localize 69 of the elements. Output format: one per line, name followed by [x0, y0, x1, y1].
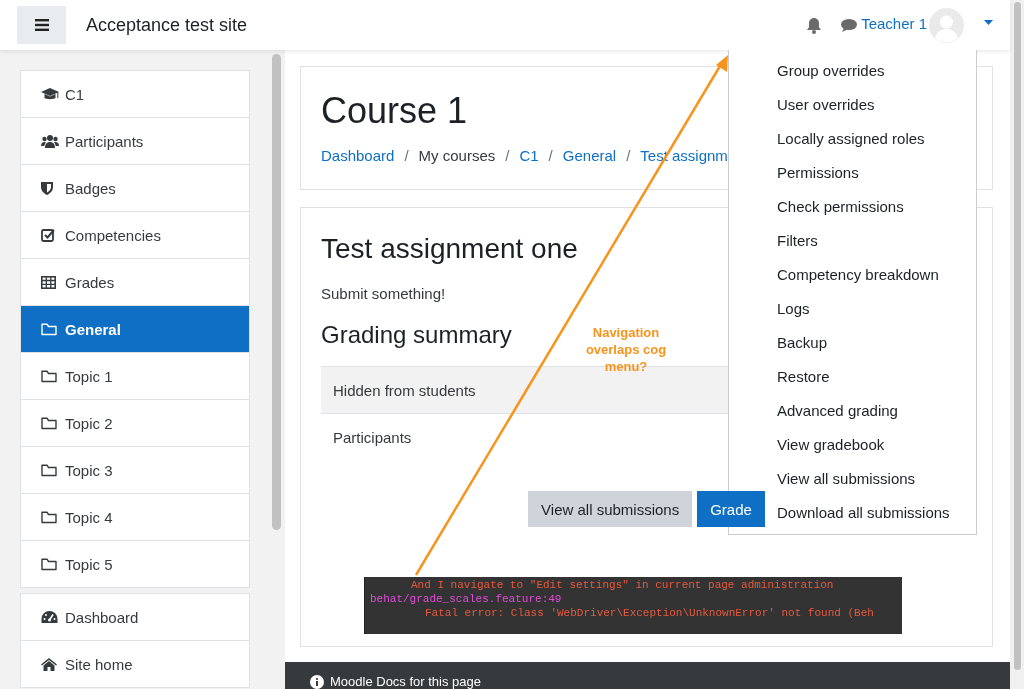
breadcrumb-link[interactable]: C1	[519, 147, 539, 164]
sidebar-item[interactable]: General	[21, 306, 249, 353]
table-icon	[41, 275, 56, 289]
menu-item[interactable]: Download all submissions	[777, 495, 950, 529]
shield-icon	[41, 181, 53, 195]
folder-icon	[41, 416, 57, 430]
users-icon	[41, 134, 59, 148]
checkbox-icon	[41, 228, 55, 242]
console-line: behat/grade_scales.feature:49	[369, 592, 562, 606]
site-title[interactable]: Acceptance test site	[86, 14, 248, 36]
sidebar-item[interactable]: Dashboard	[21, 594, 249, 641]
folder-icon	[41, 322, 57, 336]
menu-item[interactable]: Restore	[777, 359, 830, 393]
breadcrumb-link[interactable]: General	[562, 147, 617, 164]
console-line: Fatal error: Class 'WebDriver\Exception\UnknownError' not found (Beh	[424, 606, 874, 620]
table-cell: Participants	[333, 428, 412, 446]
grade-button[interactable]: Grade	[697, 491, 765, 527]
menu-item[interactable]: Competency breakdown	[777, 257, 939, 291]
folder-icon	[41, 557, 57, 571]
gauge-icon	[41, 610, 58, 624]
scrollbar-thumb[interactable]	[272, 54, 281, 530]
breadcrumb-link[interactable]: Dashboard	[321, 147, 395, 164]
menu-item[interactable]: Group overrides	[777, 53, 885, 87]
breadcrumb-separator: /	[505, 147, 510, 164]
footer-link[interactable]: Moodle Docs for this page	[330, 674, 482, 689]
caret-icon[interactable]	[984, 19, 993, 25]
menu-item[interactable]: Filters	[777, 223, 818, 257]
graduation-cap-icon	[41, 87, 59, 101]
sidebar-item[interactable]: Topic 1	[21, 353, 249, 400]
view-submissions-button[interactable]: View all submissions	[528, 491, 693, 527]
menu-icon	[34, 19, 49, 31]
menu-item[interactable]: Logs	[777, 291, 810, 325]
sidebar-item[interactable]: Competencies	[21, 212, 249, 259]
sidebar-item[interactable]: Participants	[21, 118, 249, 165]
sidebar-item[interactable]: Site home	[21, 641, 249, 687]
menu-item[interactable]: View gradebook	[777, 427, 885, 461]
section-heading: Grading summary	[321, 320, 512, 350]
sidebar-item[interactable]: Topic 3	[21, 447, 249, 494]
bell-icon[interactable]	[806, 16, 823, 34]
table-cell: Hidden from students	[333, 381, 476, 399]
folder-icon	[41, 369, 57, 383]
breadcrumb-separator: /	[626, 147, 631, 164]
menu-button[interactable]	[17, 6, 66, 44]
annotation-text: Navigation overlaps cog menu?	[584, 324, 668, 375]
home-icon	[41, 657, 57, 671]
menu-item[interactable]: Check permissions	[777, 189, 904, 223]
user-name[interactable]: Teacher 1	[861, 14, 927, 32]
breadcrumb-text: My courses	[418, 147, 496, 164]
menu-item[interactable]: Permissions	[777, 155, 859, 189]
menu-item[interactable]: View all submissions	[777, 461, 916, 495]
sidebar-item[interactable]: Topic 2	[21, 400, 249, 447]
menu-item[interactable]: Advanced grading	[777, 393, 898, 427]
sidebar-item[interactable]: C1	[21, 71, 249, 118]
sidebar-item[interactable]: Badges	[21, 165, 249, 212]
folder-icon	[41, 463, 57, 477]
sidebar-item[interactable]: Topic 5	[21, 541, 249, 587]
menu-item[interactable]: Locally assigned roles	[777, 121, 925, 155]
chat-icon[interactable]	[840, 17, 858, 33]
breadcrumb-separator: /	[548, 147, 553, 164]
course-title: Course 1	[321, 91, 468, 131]
console-line: And I navigate to "Edit settings" in current page administration	[410, 578, 834, 592]
breadcrumb-separator: /	[404, 147, 409, 164]
scrollbar-thumb[interactable]	[1013, 2, 1021, 670]
menu-item[interactable]: User overrides	[777, 87, 875, 121]
menu-item[interactable]: Backup	[777, 325, 828, 359]
sidebar-item[interactable]: Topic 4	[21, 494, 249, 541]
assignment-description: Submit something!	[321, 285, 447, 302]
assignment-title: Test assignment one	[321, 233, 578, 265]
folder-icon	[41, 510, 57, 524]
